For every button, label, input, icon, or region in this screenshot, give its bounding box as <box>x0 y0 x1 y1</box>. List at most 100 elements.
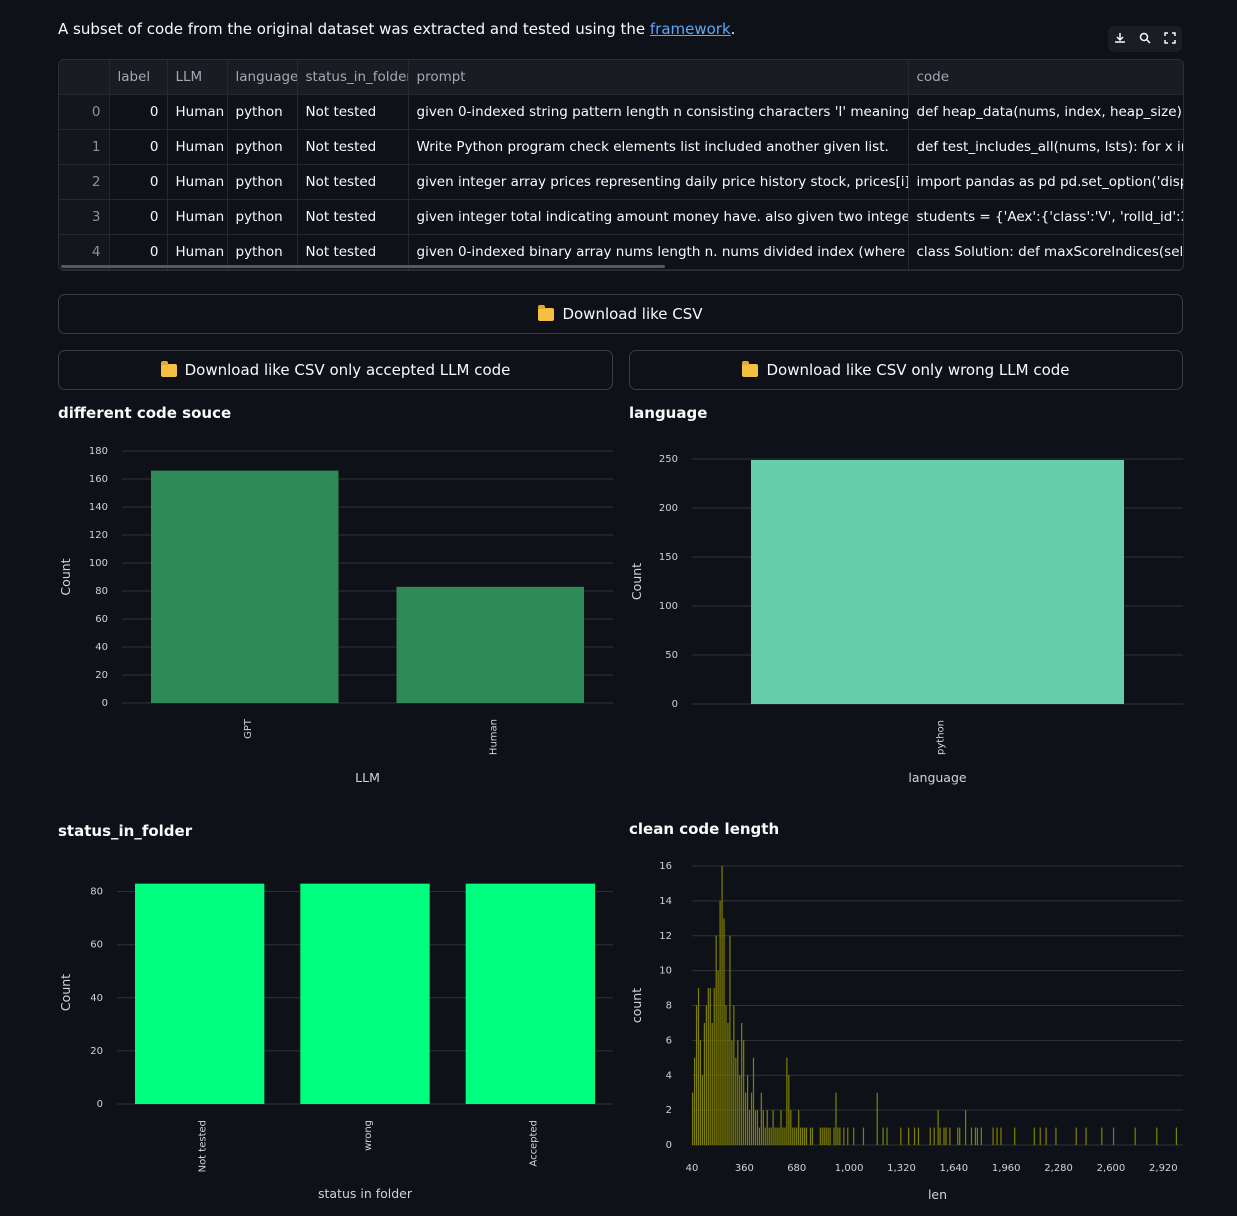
histogram-bar <box>746 1075 749 1145</box>
x-tick-label: 2,600 <box>1097 1163 1126 1174</box>
histogram-bar <box>980 1127 982 1145</box>
histogram-bar <box>717 970 719 1145</box>
histogram-bar <box>776 1127 778 1145</box>
y-tick-label: 100 <box>89 558 108 569</box>
histogram-bar <box>908 1127 910 1145</box>
histogram-bar <box>913 1127 916 1145</box>
histogram-bar <box>809 1127 812 1145</box>
histogram-bar <box>835 1092 837 1145</box>
bar <box>396 586 584 703</box>
x-tick-label: 2,280 <box>1044 1163 1073 1174</box>
histogram-bar <box>974 1127 977 1145</box>
bar <box>135 883 265 1104</box>
x-tick-label: 2,920 <box>1149 1163 1178 1174</box>
x-tick-label: Human <box>488 719 499 755</box>
histogram-bar <box>792 1127 794 1145</box>
histogram-bar <box>1112 1127 1115 1145</box>
histogram-bar <box>964 1110 967 1145</box>
histogram-bar <box>1045 1127 1047 1145</box>
histogram-bar <box>794 1127 796 1145</box>
x-tick-label: 40 <box>686 1163 699 1174</box>
histogram-bar <box>992 1127 994 1145</box>
histogram-bar <box>945 1127 947 1145</box>
histogram-bar <box>1134 1127 1136 1145</box>
y-tick-label: 80 <box>90 887 103 898</box>
histogram-bar <box>839 1127 841 1145</box>
histogram-bar <box>756 1110 759 1145</box>
y-tick-label: 0 <box>102 698 108 709</box>
histogram-bar <box>770 1127 772 1145</box>
x-tick-label: 360 <box>735 1163 754 1174</box>
charts-canvas: 020406080100120140160180GPT HumanCountLLM… <box>58 446 1183 1202</box>
histogram-bar <box>1033 1127 1035 1145</box>
y-tick-label: 20 <box>90 1046 103 1057</box>
bar <box>300 883 430 1104</box>
bar <box>751 459 1124 704</box>
x-tick-label: wrong <box>363 1120 374 1151</box>
y-tick-label: 60 <box>90 940 103 951</box>
histogram-bar <box>957 1127 959 1145</box>
y-tick-label: 100 <box>659 601 678 612</box>
y-axis-label: Count <box>58 558 73 595</box>
y-axis-label: count <box>629 988 644 1023</box>
y-tick-label: 0 <box>672 699 678 710</box>
x-tick-label: 680 <box>787 1163 806 1174</box>
x-tick-label: 1,640 <box>940 1163 969 1174</box>
histogram-bar <box>1075 1127 1077 1145</box>
histogram-bar <box>739 1075 741 1145</box>
histogram-bar <box>882 1127 884 1145</box>
histogram-bar <box>729 935 731 1145</box>
histogram-bar <box>748 1110 751 1145</box>
histogram-bar <box>853 1127 855 1145</box>
histogram-bar <box>937 1110 939 1145</box>
histogram-bar <box>933 1127 935 1145</box>
histogram-bar <box>705 1005 707 1145</box>
histogram-bar <box>862 1127 865 1145</box>
histogram-bar <box>939 1127 941 1145</box>
histogram-bar <box>798 1110 800 1145</box>
histogram-bar <box>996 1127 998 1145</box>
histogram-bar <box>731 1040 733 1145</box>
histogram-bar <box>900 1127 902 1145</box>
histogram-bar <box>786 1057 788 1145</box>
histogram-bar <box>970 1127 973 1145</box>
histogram-bar <box>695 1005 698 1145</box>
y-tick-label: 0 <box>666 1140 672 1151</box>
bar <box>151 470 339 703</box>
histogram-bar <box>823 1127 825 1145</box>
histogram-bar <box>768 1127 770 1145</box>
histogram-bar <box>843 1127 845 1145</box>
histogram-bar <box>1085 1127 1087 1145</box>
histogram-bar <box>711 1022 713 1145</box>
x-axis-label: len <box>928 1187 947 1202</box>
histogram-bar <box>727 1022 729 1145</box>
x-tick-label: python <box>936 720 947 755</box>
histogram-bar <box>725 1005 727 1145</box>
y-tick-label: 40 <box>90 993 103 1004</box>
y-tick-label: 80 <box>95 586 108 597</box>
y-tick-label: 16 <box>659 861 672 872</box>
histogram-bar <box>929 1127 931 1145</box>
histogram-bar <box>825 1127 827 1145</box>
y-tick-label: 120 <box>89 530 108 541</box>
y-tick-label: 14 <box>659 896 672 907</box>
histogram-bar <box>762 1110 764 1145</box>
y-tick-label: 200 <box>659 503 678 514</box>
histogram-bar <box>766 1110 768 1145</box>
histogram-bar <box>886 1127 888 1145</box>
x-tick-label: Not tested <box>198 1120 209 1172</box>
y-tick-label: 20 <box>95 670 108 681</box>
histogram-bar <box>750 1092 753 1145</box>
x-tick-label: GPT <box>243 718 254 739</box>
y-tick-label: 160 <box>89 474 108 485</box>
histogram-bar <box>752 1057 755 1145</box>
histogram-bar <box>715 935 717 1145</box>
histogram-bar <box>876 1092 878 1145</box>
y-tick-label: 150 <box>659 552 678 563</box>
histogram-bar <box>803 1127 806 1145</box>
histogram-bar <box>829 1127 831 1145</box>
histogram-bar <box>733 1005 735 1145</box>
histogram-bar <box>959 1127 961 1145</box>
histogram-bar <box>1000 1127 1002 1145</box>
histogram-bar <box>780 1110 782 1145</box>
